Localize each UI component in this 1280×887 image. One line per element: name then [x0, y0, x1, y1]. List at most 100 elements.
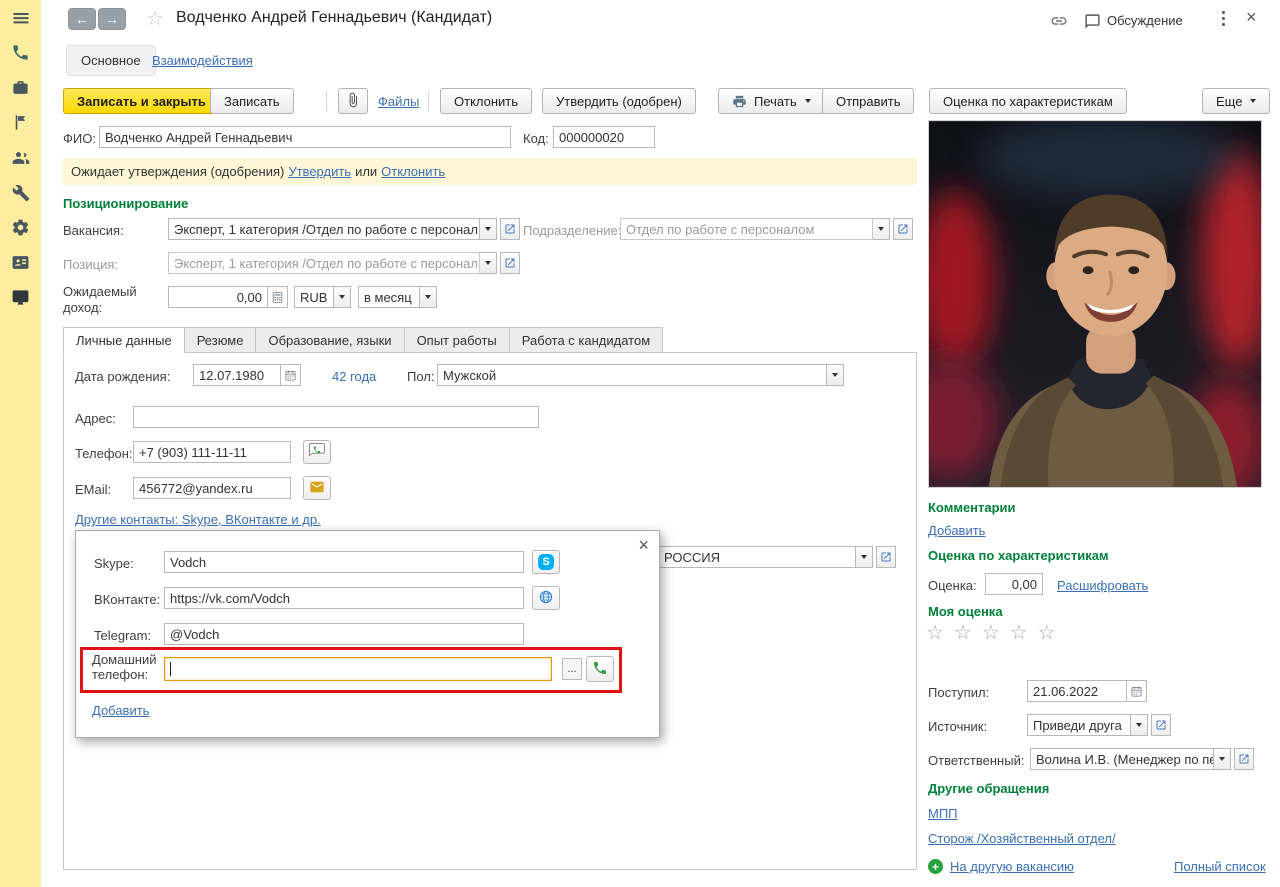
- source-dropdown-button[interactable]: [1131, 714, 1148, 736]
- rating-button[interactable]: Оценка по характеристикам: [929, 88, 1127, 114]
- send-email-button[interactable]: [303, 476, 331, 500]
- skype-call-button[interactable]: [532, 550, 560, 574]
- full-list-link[interactable]: Полный список: [1174, 859, 1266, 874]
- save-button[interactable]: Записать: [210, 88, 294, 114]
- gear-icon[interactable]: [0, 210, 41, 245]
- source-input[interactable]: Приведи друга: [1027, 714, 1131, 736]
- skype-input[interactable]: Vodch: [164, 551, 524, 573]
- income-input[interactable]: 0,00: [168, 286, 268, 308]
- attach-file-button[interactable]: [338, 88, 368, 114]
- dial-phone-button[interactable]: [586, 656, 614, 682]
- department-open-button[interactable]: [893, 218, 913, 240]
- vk-input[interactable]: https://vk.com/Vodch: [164, 587, 524, 609]
- responsible-open-button[interactable]: [1234, 748, 1254, 770]
- contacts-icon[interactable]: [0, 245, 41, 280]
- star-icon[interactable]: [982, 623, 1000, 643]
- link-icon[interactable]: [1050, 12, 1068, 33]
- home-phone-input[interactable]: [164, 657, 552, 681]
- star-icon[interactable]: [926, 623, 944, 643]
- add-plus-icon[interactable]: [928, 859, 943, 874]
- period-dropdown-button[interactable]: [420, 286, 437, 308]
- reject-button[interactable]: Отклонить: [440, 88, 533, 114]
- currency-input[interactable]: RUB: [294, 286, 334, 308]
- to-other-vacancy-link[interactable]: На другую вакансию: [950, 859, 1074, 874]
- status-approve-link[interactable]: Утвердить: [288, 164, 351, 179]
- flag-icon[interactable]: [0, 105, 41, 140]
- vacancy-dropdown-button[interactable]: [480, 218, 497, 240]
- responsible-dropdown-button[interactable]: [1214, 748, 1231, 770]
- more-button[interactable]: Еще: [1202, 88, 1271, 114]
- tab-personal-data[interactable]: Личные данные: [63, 327, 185, 353]
- calendar-button[interactable]: [1127, 680, 1147, 702]
- position-dropdown-button[interactable]: [480, 252, 497, 274]
- tab-interactions[interactable]: Взаимодействия: [152, 53, 253, 68]
- discussion-label[interactable]: Обсуждение: [1107, 13, 1183, 28]
- watchman-application-link[interactable]: Сторож /Хозяйственный отдел/: [928, 831, 1116, 846]
- people-icon[interactable]: [0, 140, 41, 175]
- print-button[interactable]: Печать: [718, 88, 825, 114]
- fio-input[interactable]: Водченко Андрей Геннадьевич: [99, 126, 511, 148]
- tab-work-with-candidate[interactable]: Работа с кандидатом: [509, 327, 664, 353]
- vacancy-input[interactable]: Эксперт, 1 категория /Отдел по работе с …: [168, 218, 480, 240]
- country-input[interactable]: РОССИЯ: [658, 546, 856, 568]
- period-input[interactable]: в месяц: [358, 286, 420, 308]
- currency-dropdown-button[interactable]: [334, 286, 351, 308]
- rating-input[interactable]: 0,00: [985, 573, 1043, 595]
- monitor-icon[interactable]: [0, 280, 41, 315]
- back-arrow-icon: [75, 11, 89, 27]
- position-open-button[interactable]: [500, 252, 520, 274]
- responsible-input[interactable]: Волина И.В. (Менеджер по пер: [1030, 748, 1214, 770]
- nav-forward-button[interactable]: [98, 8, 126, 30]
- mpp-link[interactable]: МПП: [928, 806, 958, 821]
- popup-close-icon[interactable]: [638, 536, 649, 554]
- tab-experience[interactable]: Опыт работы: [404, 327, 510, 353]
- tab-education[interactable]: Образование, языки: [256, 327, 405, 353]
- save-and-close-button[interactable]: Записать и закрыть: [63, 88, 220, 114]
- briefcase-icon[interactable]: [0, 70, 41, 105]
- nav-back-button[interactable]: [68, 8, 96, 30]
- vk-open-button[interactable]: [532, 586, 560, 610]
- files-link[interactable]: Файлы: [378, 94, 419, 109]
- star-icon[interactable]: [1038, 623, 1056, 643]
- wrench-icon[interactable]: [0, 175, 41, 210]
- position-input[interactable]: Эксперт, 1 категория /Отдел по работе с …: [168, 252, 480, 274]
- gender-input[interactable]: Мужской: [437, 364, 827, 386]
- star-icon[interactable]: [1010, 623, 1028, 643]
- country-open-button[interactable]: [876, 546, 896, 568]
- received-date-input[interactable]: 21.06.2022: [1027, 680, 1127, 702]
- department-dropdown-button[interactable]: [873, 218, 890, 240]
- tab-resume[interactable]: Резюме: [184, 327, 257, 353]
- send-sms-button[interactable]: [303, 440, 331, 464]
- address-input[interactable]: [133, 406, 539, 428]
- source-open-button[interactable]: [1151, 714, 1171, 736]
- menu-icon[interactable]: [0, 0, 41, 35]
- send-button[interactable]: Отправить: [822, 88, 915, 114]
- approve-button[interactable]: Утвердить (одобрен): [542, 88, 696, 114]
- status-reject-link[interactable]: Отклонить: [381, 164, 445, 179]
- other-contacts-link[interactable]: Другие контакты: Skype, ВКонтакте и др.: [75, 512, 321, 527]
- my-rating-stars: [926, 623, 1066, 643]
- email-input[interactable]: 456772@yandex.ru: [133, 477, 291, 499]
- department-input[interactable]: Отдел по работе с персоналом: [620, 218, 873, 240]
- discussion-bubble-icon[interactable]: [1084, 13, 1101, 33]
- calendar-button[interactable]: [281, 364, 301, 386]
- code-input[interactable]: 000000020: [553, 126, 655, 148]
- close-icon[interactable]: [1246, 8, 1257, 26]
- country-dropdown-button[interactable]: [856, 546, 873, 568]
- star-icon[interactable]: [954, 623, 972, 643]
- decode-rating-link[interactable]: Расшифровать: [1057, 578, 1148, 593]
- address-label: Адрес:: [75, 411, 116, 426]
- telegram-input[interactable]: @Vodch: [164, 623, 524, 645]
- home-phone-more-button[interactable]: ...: [562, 658, 582, 680]
- birth-date-input[interactable]: 12.07.1980: [193, 364, 281, 386]
- comments-add-link[interactable]: Добавить: [928, 523, 985, 538]
- kebab-menu-icon[interactable]: [1222, 11, 1225, 14]
- phone-input[interactable]: +7 (903) 111-11-11: [133, 441, 291, 463]
- tab-main[interactable]: Основное: [66, 45, 156, 76]
- gender-dropdown-button[interactable]: [827, 364, 844, 386]
- calculator-button[interactable]: [268, 286, 288, 308]
- vacancy-open-button[interactable]: [500, 218, 520, 240]
- popup-add-link[interactable]: Добавить: [92, 703, 149, 718]
- phone-icon[interactable]: [0, 35, 41, 70]
- favorite-star-icon[interactable]: [146, 9, 164, 29]
